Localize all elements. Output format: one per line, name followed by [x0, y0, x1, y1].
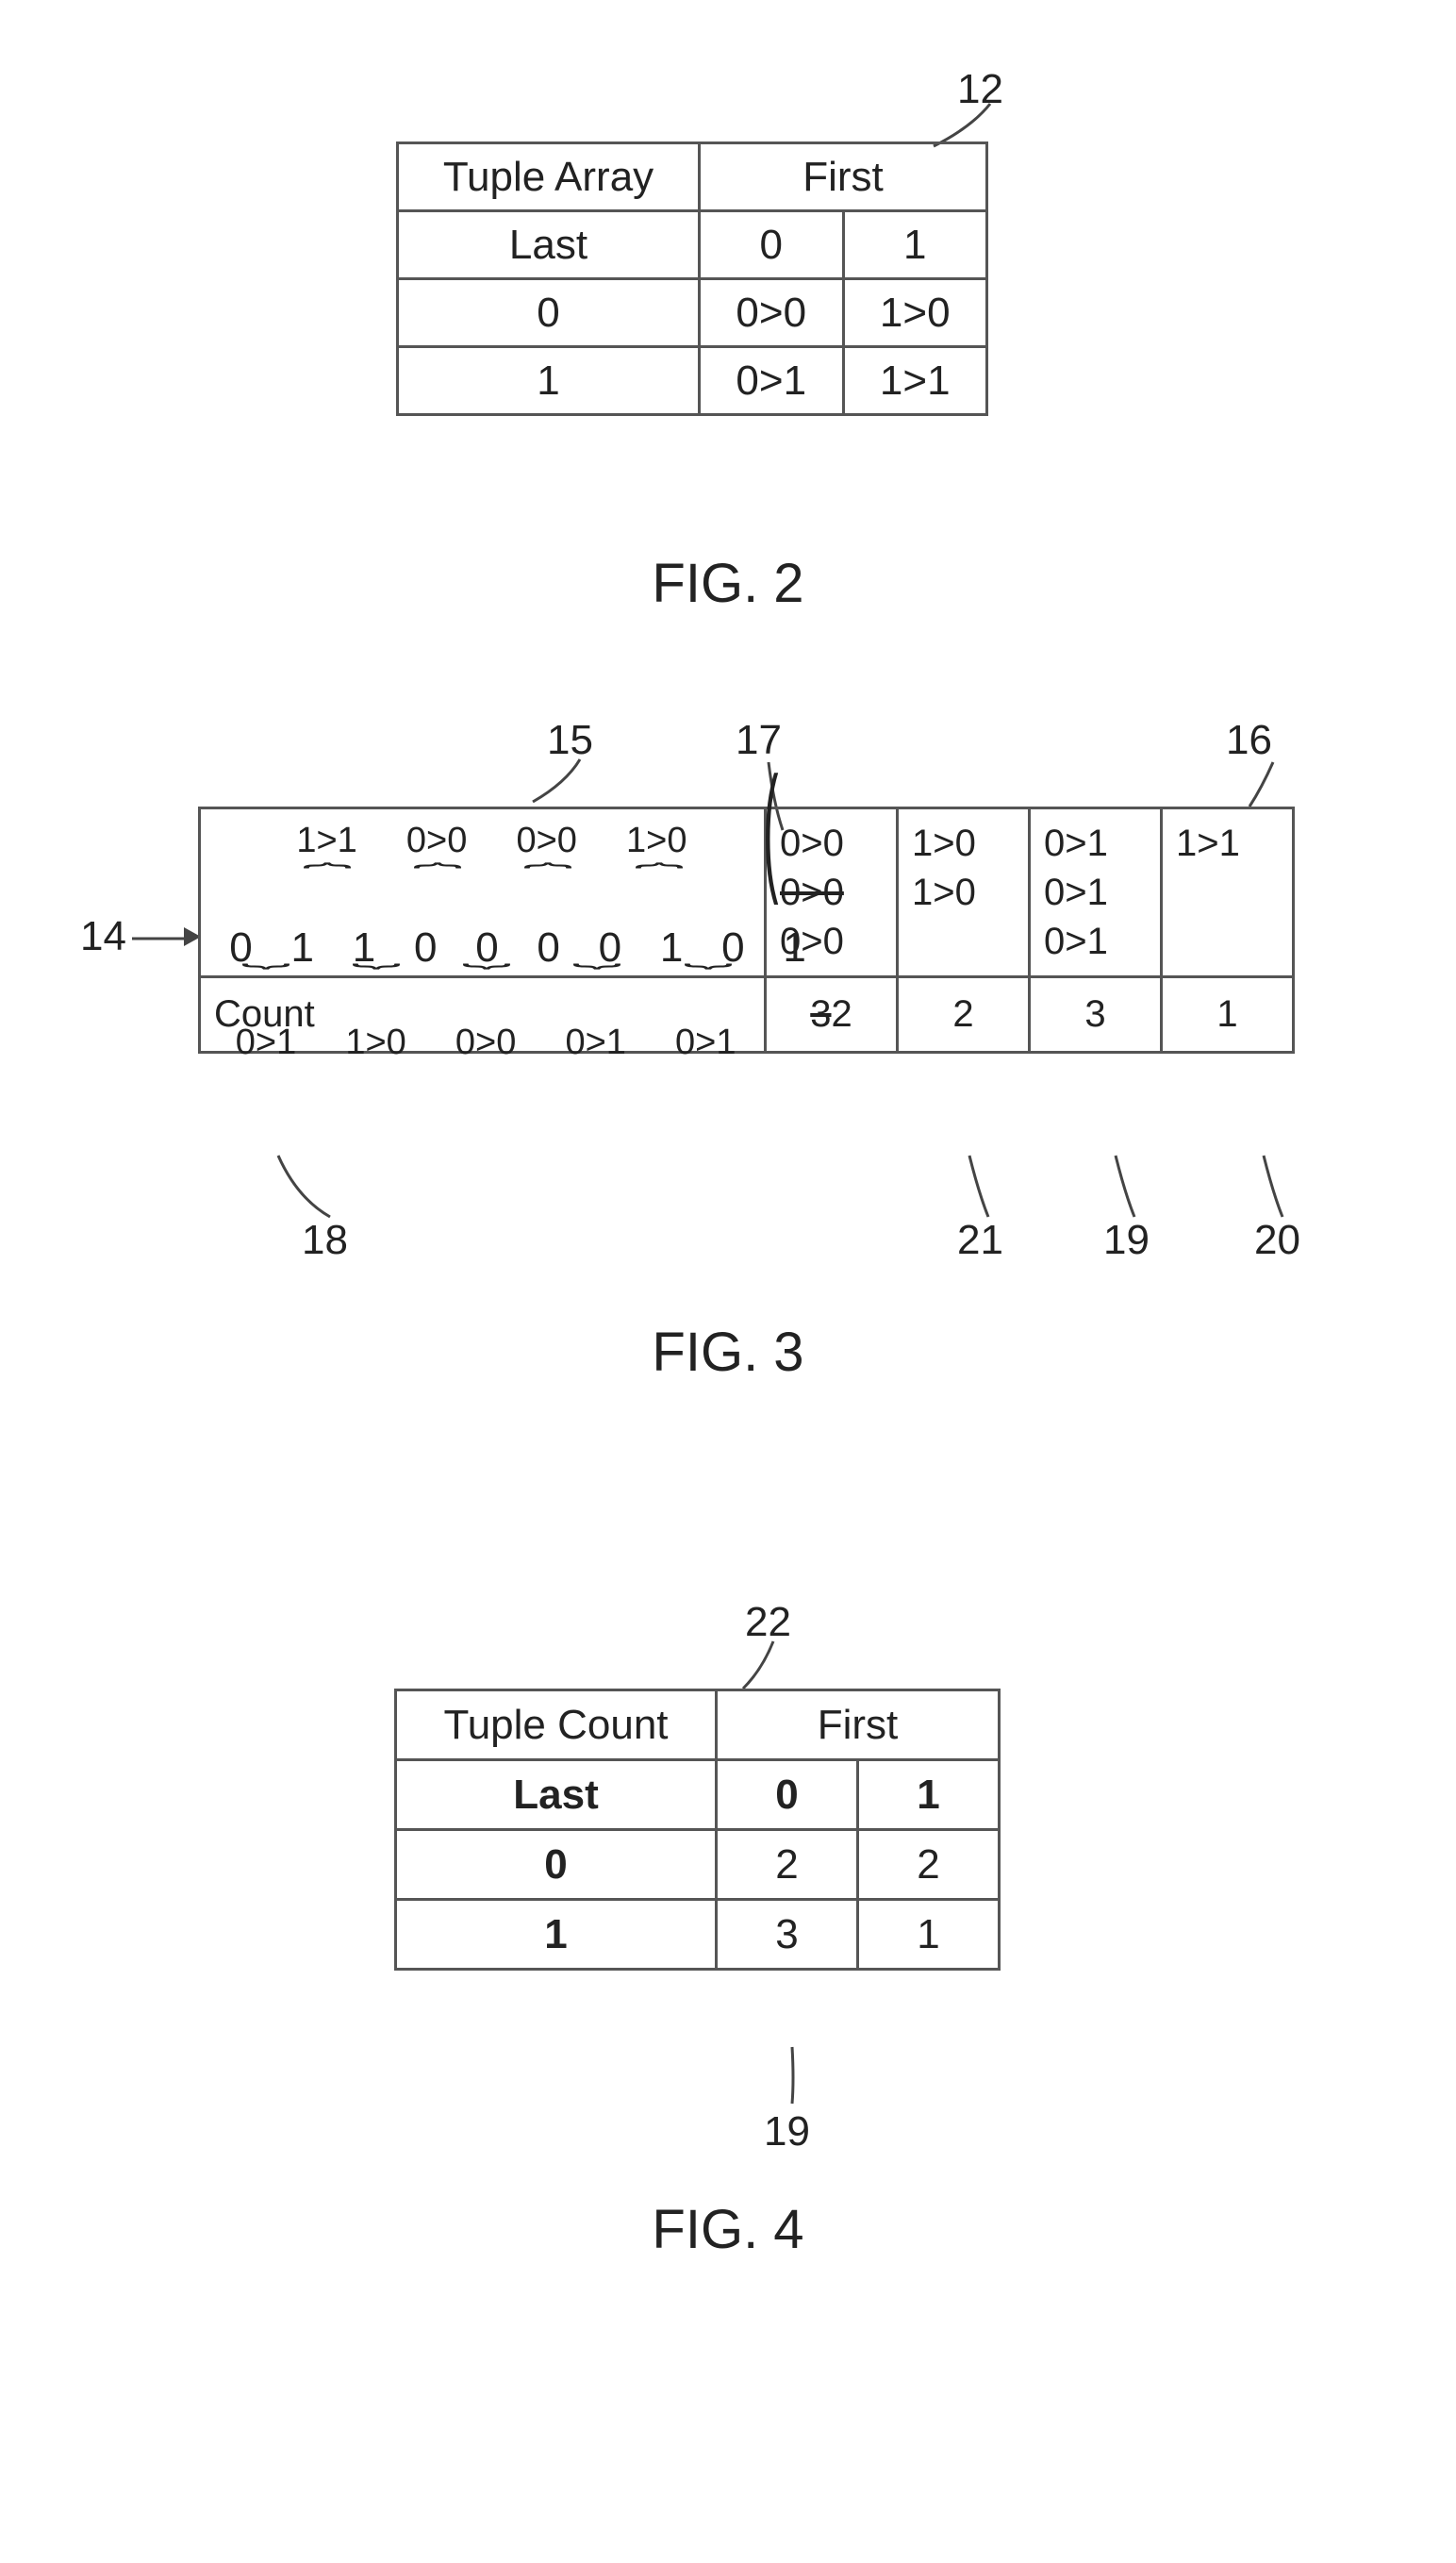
- fig3-tuples-bot: 0>1 1>0 0>0 0>1 0>1: [216, 1023, 755, 1063]
- count-00-pre: 3: [810, 993, 831, 1035]
- ref-16: 16: [1226, 717, 1272, 764]
- fig2-row-1: 1: [398, 347, 700, 415]
- col10-line0: 1>0: [912, 819, 1015, 868]
- fig3-tuples-top: 1>1 0>0 0>0 1>0: [201, 821, 706, 861]
- bot-tuple-1: 1>0: [326, 1023, 426, 1063]
- top-tuple-2: 0>0: [497, 821, 597, 861]
- fig4-row-0: 0: [396, 1830, 717, 1900]
- paren-icon: (: [763, 802, 778, 851]
- col01-line2: 0>1: [1044, 917, 1147, 966]
- fig2-col-0: 0: [700, 211, 844, 279]
- fig3-col-10: 1>0 1>0: [898, 808, 1030, 977]
- fig4-col-1: 1: [858, 1760, 1000, 1830]
- fig4-cell-10: 2: [858, 1830, 1000, 1900]
- braces-bot: ⏞ ⏞ ⏞ ⏞ ⏞: [216, 970, 758, 1029]
- ref-15: 15: [547, 717, 593, 764]
- fig4-cell-00: 2: [717, 1830, 858, 1900]
- fig2-cell-first: First: [700, 143, 987, 211]
- leader-19-fig4: [773, 2047, 830, 2118]
- braces-top: ⏞ ⏞ ⏞ ⏞: [231, 862, 709, 922]
- col00-line1-struck: 0>0: [780, 868, 883, 917]
- ref-18: 18: [302, 1217, 348, 1264]
- fig3-table-wrap: 1>1 0>0 0>0 1>0 ⏞ ⏞ ⏞ ⏞ 0 1: [198, 807, 1295, 1054]
- fig2-table-wrap: Tuple Array First Last 0 1 0 0>0 1>0 1 0…: [396, 141, 988, 416]
- fig2-cell-11: 1>1: [843, 347, 987, 415]
- fig2-cell-tuple-array: Tuple Array: [398, 143, 700, 211]
- fig3-count-11: 1: [1162, 977, 1294, 1053]
- col01-line0: 0>1: [1044, 819, 1147, 868]
- col01-line1: 0>1: [1044, 868, 1147, 917]
- ref-19: 19: [1103, 1217, 1150, 1264]
- fig3-col-00: ( 0>0 0>0 0>0: [766, 808, 898, 977]
- top-tuple-3: 1>0: [606, 821, 706, 861]
- fig4-cell-11: 1: [858, 1900, 1000, 1970]
- ref-12: 12: [957, 66, 1003, 113]
- col00-line2: 0>0: [780, 917, 883, 966]
- fig4-row-1: 1: [396, 1900, 717, 1970]
- col10-line1: 1>0: [912, 868, 1015, 917]
- fig4-cell-tuple-count: Tuple Count: [396, 1690, 717, 1760]
- fig2-col-1: 1: [843, 211, 987, 279]
- ref-22: 22: [745, 1599, 791, 1646]
- fig2-table: Tuple Array First Last 0 1 0 0>0 1>0 1 0…: [396, 141, 988, 416]
- fig4-col-0: 0: [717, 1760, 858, 1830]
- top-tuple-1: 0>0: [387, 821, 487, 861]
- fig2-cell-00: 0>0: [700, 279, 844, 347]
- fig3-sequence-cell: 1>1 0>0 0>0 1>0 ⏞ ⏞ ⏞ ⏞ 0 1: [200, 808, 766, 977]
- page: 12 Tuple Array First Last 0 1 0 0>0 1>0 …: [0, 0, 1456, 2563]
- top-tuple-0: 1>1: [277, 821, 377, 861]
- bot-tuple-2: 0>0: [436, 1023, 536, 1063]
- ref-20: 20: [1254, 1217, 1300, 1264]
- fig2-caption: FIG. 2: [0, 552, 1456, 615]
- ref-14: 14: [80, 913, 126, 960]
- fig4-table: Tuple Count First Last 0 1 0 2 2 1 3 1: [394, 1689, 1001, 1971]
- fig4-cell-last: Last: [396, 1760, 717, 1830]
- fig2-cell-01: 0>1: [700, 347, 844, 415]
- fig3-col-01: 0>1 0>1 0>1: [1030, 808, 1162, 977]
- ref-21: 21: [957, 1217, 1003, 1264]
- fig2-row-0: 0: [398, 279, 700, 347]
- fig4-cell-01: 3: [717, 1900, 858, 1970]
- bot-tuple-3: 0>1: [546, 1023, 646, 1063]
- fig3-table: 1>1 0>0 0>0 1>0 ⏞ ⏞ ⏞ ⏞ 0 1: [198, 807, 1295, 1054]
- fig4-table-wrap: Tuple Count First Last 0 1 0 2 2 1 3 1: [394, 1689, 1001, 1971]
- fig4-cell-first: First: [717, 1690, 1000, 1760]
- fig4-caption: FIG. 4: [0, 2198, 1456, 2261]
- bot-tuple-4: 0>1: [655, 1023, 755, 1063]
- fig3-count-01: 3: [1030, 977, 1162, 1053]
- fig2-cell-last: Last: [398, 211, 700, 279]
- ref-19-fig4: 19: [764, 2108, 810, 2155]
- count-00-post: 2: [832, 993, 852, 1035]
- fig3-caption: FIG. 3: [0, 1321, 1456, 1384]
- fig3-count-10: 2: [898, 977, 1030, 1053]
- fig2-cell-10: 1>0: [843, 279, 987, 347]
- brace-icon: ⏞: [628, 940, 788, 971]
- bot-tuple-0: 0>1: [216, 1023, 316, 1063]
- col00-line0: 0>0: [780, 819, 883, 868]
- brace-icon: ⏞: [579, 862, 739, 892]
- fig3-col-11: 1>1: [1162, 808, 1294, 977]
- col11-line0: 1>1: [1176, 819, 1279, 868]
- fig3-count-00: 32: [766, 977, 898, 1053]
